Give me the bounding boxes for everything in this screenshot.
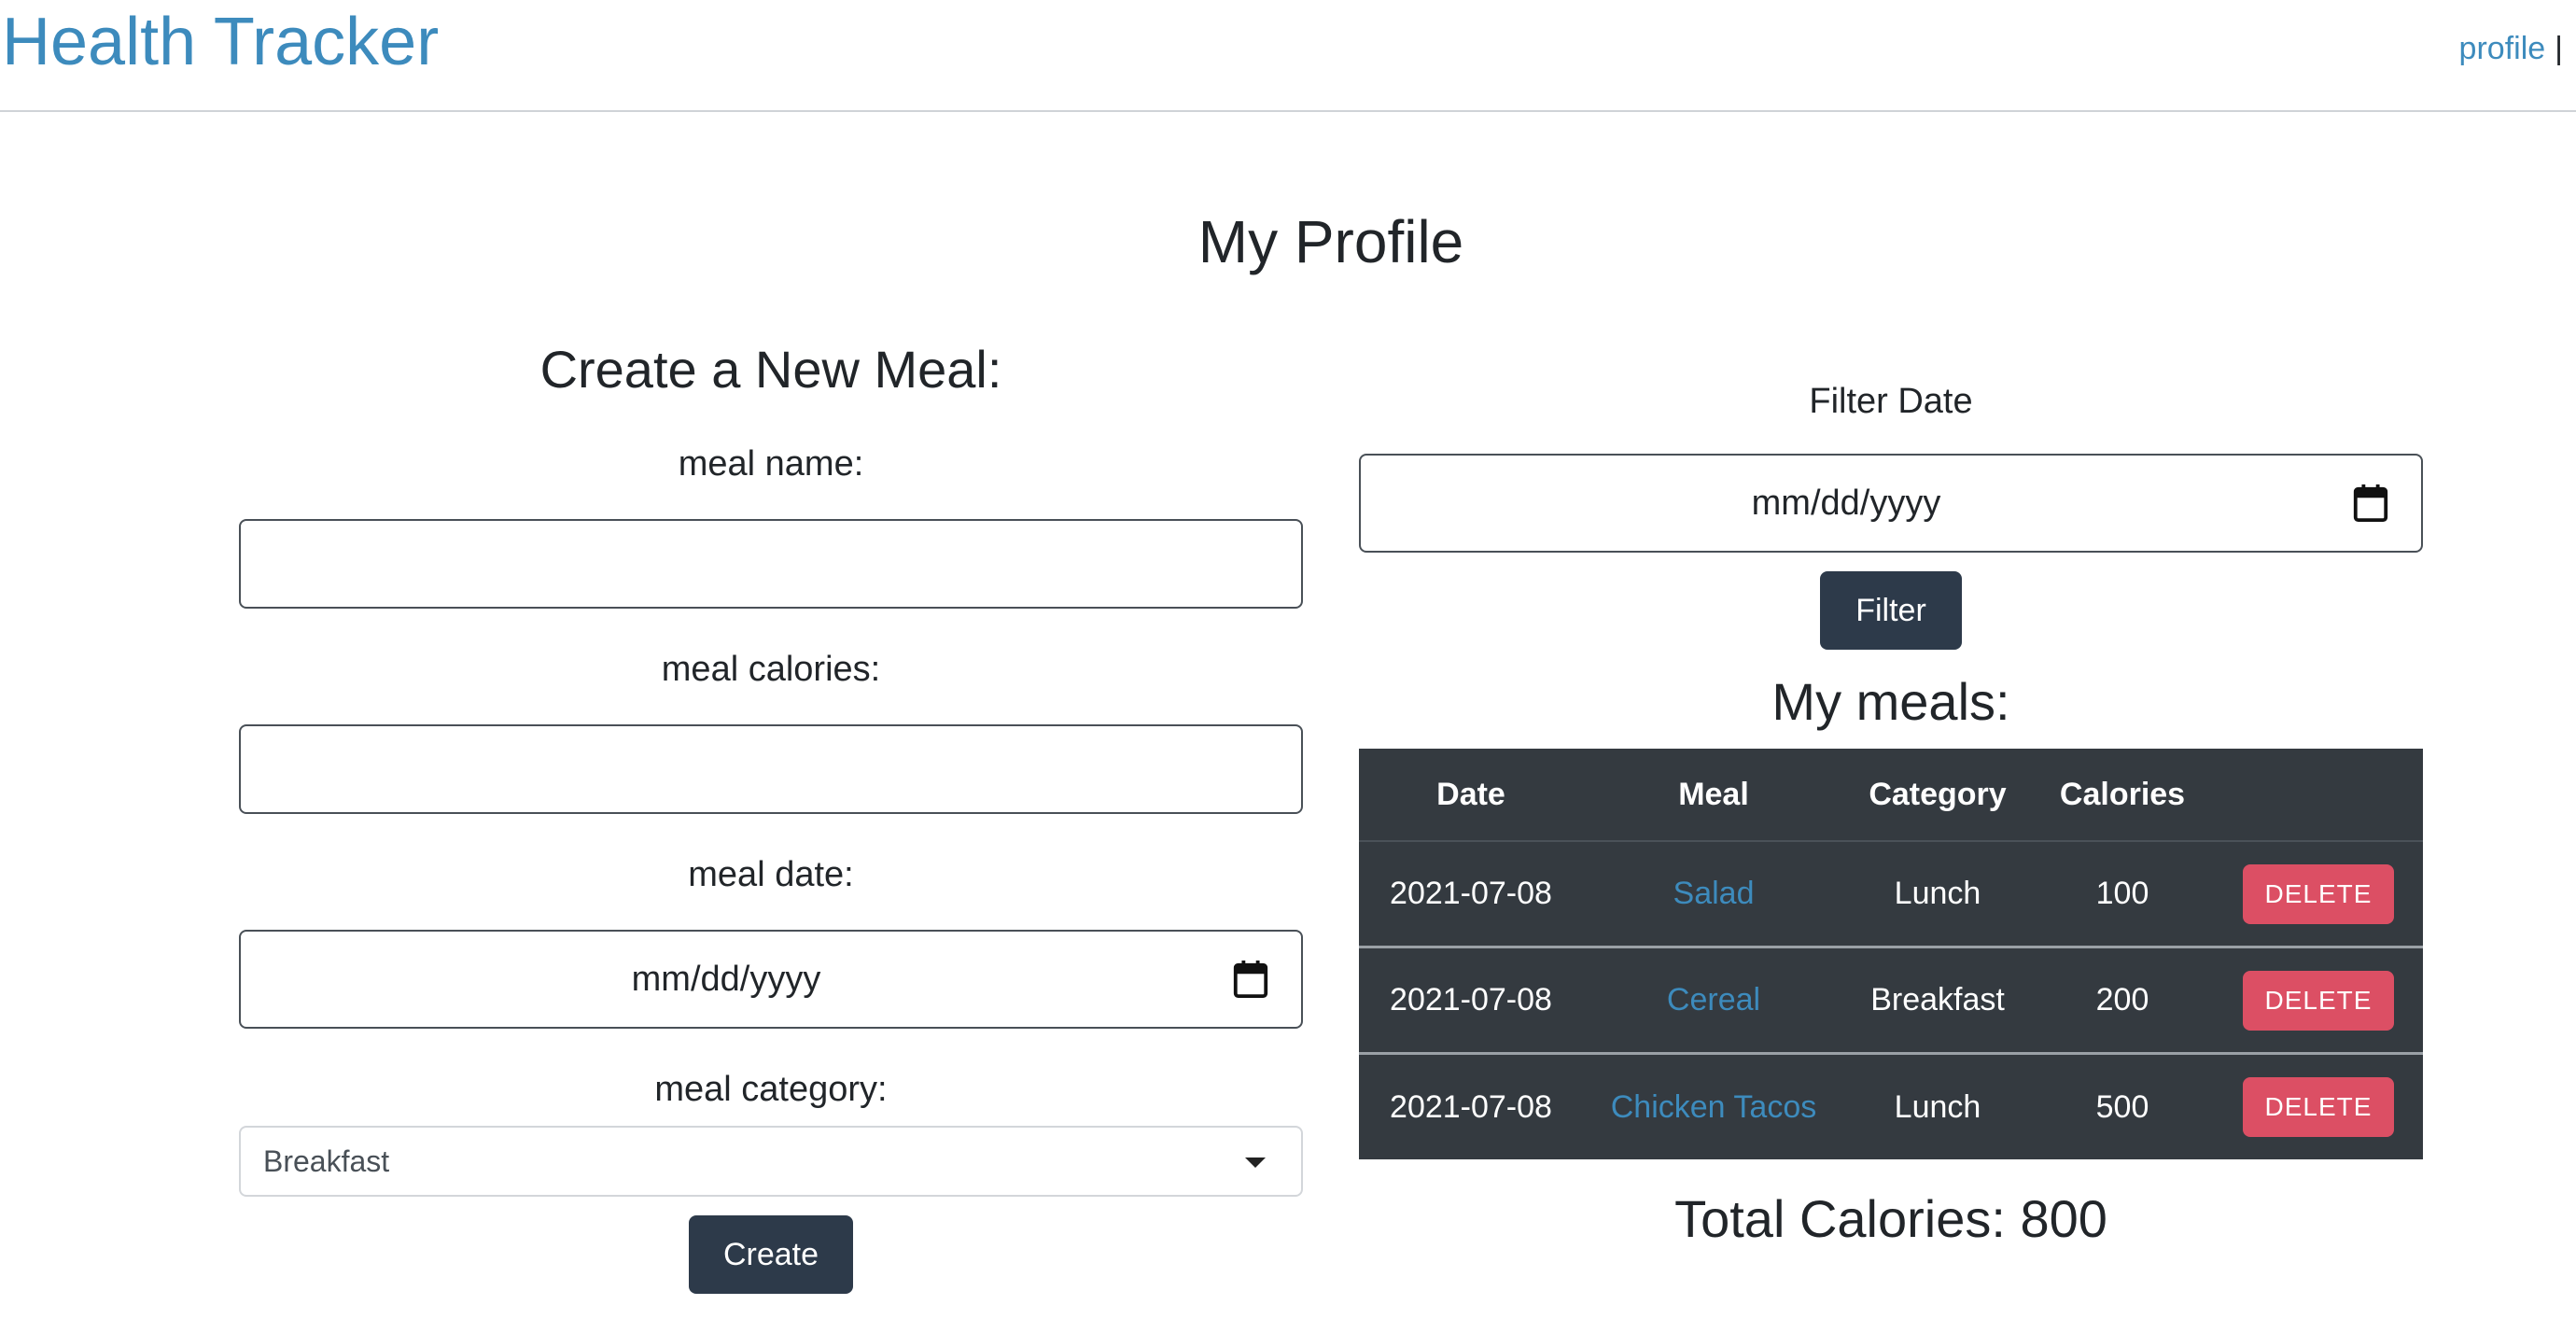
filter-button[interactable]: Filter: [1820, 571, 1962, 650]
cell-category: Lunch: [1894, 1088, 1981, 1125]
brand-link[interactable]: Health Tracker: [2, 0, 439, 84]
nav-separator: |: [2555, 31, 2563, 66]
cell-date: 2021-07-08: [1390, 1088, 1552, 1125]
calendar-icon[interactable]: [2352, 484, 2389, 523]
meal-calories-label: meal calories:: [661, 650, 881, 689]
column-header-date: Date: [1436, 776, 1505, 812]
cell-date: 2021-07-08: [1390, 982, 1552, 1017]
nav-right: profile |: [2459, 28, 2563, 69]
total-calories: Total Calories: 800: [1674, 1189, 2107, 1248]
delete-button[interactable]: DELETE: [2243, 863, 2394, 924]
meal-name-label: meal name:: [678, 444, 864, 484]
meal-link[interactable]: Salad: [1673, 876, 1755, 911]
table-row: 2021-07-08 Chicken Tacos Lunch 500 DELET…: [1359, 1055, 2423, 1159]
delete-button[interactable]: DELETE: [2243, 1077, 2394, 1137]
profile-link[interactable]: profile: [2459, 31, 2546, 66]
meals-table: Date Meal Category Calories 2021-07-08 S…: [1359, 749, 2423, 1159]
delete-button[interactable]: DELETE: [2243, 970, 2394, 1031]
table-row: 2021-07-08 Cereal Breakfast 200 DELETE: [1359, 948, 2423, 1055]
meal-calories-input[interactable]: [239, 724, 1303, 814]
table-header: Date Meal Category Calories: [1359, 749, 2423, 842]
chevron-down-icon: [1245, 1158, 1266, 1168]
calendar-icon[interactable]: [1232, 960, 1269, 999]
meal-date-input[interactable]: mm/dd/yyyy: [239, 930, 1303, 1029]
cell-calories: 500: [2095, 1088, 2149, 1125]
filter-date-input[interactable]: mm/dd/yyyy: [1359, 454, 2423, 553]
filter-date-label: Filter Date: [1809, 382, 1973, 421]
cell-calories: 100: [2095, 876, 2149, 911]
meal-link[interactable]: Chicken Tacos: [1611, 1089, 1817, 1125]
create-meal-title: Create a New Meal:: [539, 340, 1002, 399]
meal-date-label: meal date:: [688, 855, 854, 894]
meal-category-select[interactable]: Breakfast: [239, 1126, 1303, 1197]
meal-date-placeholder: mm/dd/yyyy: [631, 960, 821, 999]
create-button[interactable]: Create: [689, 1215, 853, 1294]
cell-date: 2021-07-08: [1390, 876, 1552, 911]
column-header-meal: Meal: [1678, 776, 1749, 812]
cell-category: Lunch: [1894, 876, 1981, 911]
meal-name-input[interactable]: [239, 519, 1303, 609]
page-title: My Profile: [1197, 208, 1464, 275]
cell-category: Breakfast: [1870, 982, 2005, 1017]
meal-link[interactable]: Cereal: [1667, 982, 1760, 1017]
table-row: 2021-07-08 Salad Lunch 100 DELETE: [1359, 842, 2423, 948]
my-meals-title: My meals:: [1771, 672, 2010, 731]
meal-category-label: meal category:: [654, 1070, 888, 1109]
column-header-calories: Calories: [2059, 776, 2186, 812]
create-meal-form: Create a New Meal: meal name: meal calor…: [239, 336, 1303, 1294]
meal-category-selected: Breakfast: [263, 1144, 390, 1178]
column-header-category: Category: [1869, 776, 2007, 812]
navbar: Health Tracker profile |: [0, 0, 2576, 112]
filter-date-placeholder: mm/dd/yyyy: [1751, 484, 1941, 523]
cell-calories: 200: [2095, 982, 2149, 1017]
